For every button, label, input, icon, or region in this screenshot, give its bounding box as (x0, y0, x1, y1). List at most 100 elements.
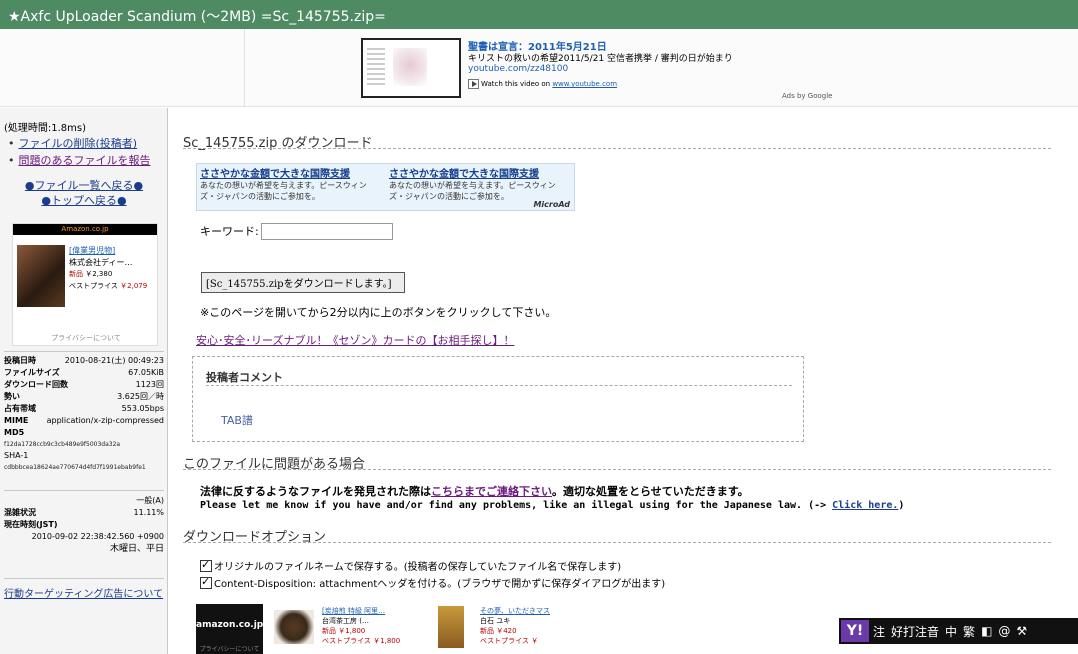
ime-name[interactable]: 好打注音 (891, 623, 939, 640)
microad-title[interactable]: ささやかな金額で大きな国際支援 (389, 165, 571, 180)
back-to-top-link[interactable]: ●トップへ戻る● (41, 194, 126, 207)
status-general-value: 一般(A) (136, 496, 164, 505)
stat-value: application/x-zip-compressed (46, 416, 164, 425)
product-item: その夢、いただきマス 白石 ユキ 新品 ￥420 ベストプライス ￥ (480, 606, 550, 646)
video-thumbnail[interactable] (361, 38, 461, 98)
report-file-link[interactable]: 問題のあるファイルを報告 (19, 154, 151, 167)
option-checkbox[interactable] (200, 558, 212, 572)
ime-width-icon[interactable]: ◧ (981, 624, 992, 638)
saison-card-link[interactable]: 安心･安全･リーズナブル！《セゾン》カードの【お相手探し】！ (196, 332, 514, 348)
list-item: ファイルの削除(投稿者) (8, 135, 151, 151)
sidebar-links: ファイルの削除(投稿者) 問題のあるファイルを報告 (8, 135, 151, 169)
ime-symbol-icon[interactable]: @ (998, 624, 1010, 638)
microad-item[interactable]: ささやかな金額で大きな国際支援 あなたの想いが希望を与えます。ピースウィンズ・ジ… (200, 165, 382, 202)
delete-file-link[interactable]: ファイルの削除(投稿者) (19, 137, 138, 150)
status-label: 現在時刻(JST) (4, 520, 58, 529)
product-image[interactable] (17, 245, 65, 307)
back-to-list-link[interactable]: ●ファイル一覧へ戻る● (25, 179, 143, 192)
microad-item[interactable]: ささやかな金額で大きな国際支援 あなたの想いが希望を与えます。ピースウィンズ・ジ… (389, 165, 571, 202)
amazon-widget[interactable]: Amazon.co.jp [偉業男児物] 株式会社ディー… 新品 ￥2,380 … (12, 223, 158, 346)
back-to-list: ●ファイル一覧へ戻る● (0, 177, 168, 193)
stat-label: 勢い (4, 392, 20, 401)
option-original-filename[interactable]: オリジナルのファイルネームで保存する。(投稿者の保存していたファイル名で保存しま… (200, 558, 621, 573)
product-image[interactable] (274, 610, 314, 644)
keyword-input[interactable] (261, 223, 393, 240)
behavior-ads-link[interactable]: 行動ターゲッティング広告について (4, 589, 163, 600)
amazon-bottom-widget: amazon.co.jp プライバシーについて [炭焙煎 特級 阿里… 台湾茶工房… (196, 604, 896, 654)
stat-value: 553.05bps (121, 404, 164, 413)
play-icon[interactable] (468, 79, 479, 89)
md5-row: MD5 (4, 427, 164, 439)
ime-tools-icon[interactable]: ⚒ (1016, 624, 1027, 638)
status-row: 混雑状況 11.11% (4, 507, 164, 519)
current-day: 木曜日、平日 (4, 543, 164, 555)
product-best-price: ベストプライス ￥1,800 (322, 637, 401, 645)
product-best-price: ベストプライス ￥2,079 (69, 281, 147, 291)
sha1-hash: cdbbbcea18624ae770674d4fd7f1991ebab9fe1 (4, 464, 146, 471)
microad-title[interactable]: ささやかな金額で大きな国際支援 (200, 165, 382, 180)
download-button[interactable]: [Sc_145755.zipをダウンロードします。] (201, 272, 405, 293)
product-title[interactable]: [炭焙煎 特級 阿里… (322, 606, 400, 616)
md5-label: MD5 (4, 428, 25, 437)
amazon-header: Amazon.co.jp (13, 224, 157, 235)
time-limit-note: ※このページを開いてから2分以内に上のボタンをクリックして下さい。 (200, 306, 557, 319)
problem-text: 法律に反するようなファイルを発見された際はこちらまでご連絡下さい。適切な処置をと… (200, 483, 749, 499)
stat-label: ダウンロード回数 (4, 380, 68, 389)
video-ad-banner: 聖書は宣言：2011年5月21日 キリストの救いの希望2011/5/21 空信者… (0, 29, 1078, 107)
ime-traditional-toggle[interactable]: 繁 (963, 623, 975, 640)
ime-mode-zhuyin[interactable]: 注 (873, 623, 885, 640)
list-item: 問題のあるファイルを報告 (8, 152, 151, 168)
contact-link[interactable]: こちらまでご連絡下さい (431, 485, 552, 498)
best-label: ベストプライス (69, 282, 118, 290)
video-ad-desc: キリストの救いの希望2011/5/21 空信者携挙 / 審判の日が始まり (468, 54, 733, 64)
stat-row: ダウンロード回数 1123回 (4, 379, 164, 391)
ime-chinese-toggle[interactable]: 中 (945, 623, 957, 640)
keyword-label: キーワード: (200, 225, 259, 238)
comment-heading: 投稿者コメント (206, 371, 283, 384)
stat-row: 占有帯域 553.05bps (4, 403, 164, 415)
product-title[interactable]: [偉業男児物] (69, 245, 115, 256)
stat-label: ファイルサイズ (4, 368, 60, 377)
microad-banner[interactable]: ささやかな金額で大きな国際支援 あなたの想いが希望を与えます。ピースウィンズ・ジ… (196, 163, 575, 211)
product-new-price: 新品 ￥1,800 (322, 627, 366, 635)
problem-en-1: Please let me know if you have and/or fi… (200, 500, 833, 511)
option-label: オリジナルのファイルネームで保存する。(投稿者の保存していたファイル名で保存しま… (214, 562, 622, 573)
option-content-disposition[interactable]: Content-Disposition: attachmentヘッダを付ける。(… (200, 575, 665, 590)
processing-time: (処理時間:1.8ms) (4, 123, 87, 134)
status-general: 一般(A) (4, 495, 164, 507)
heading-rule (183, 148, 1051, 149)
video-ad-url[interactable]: youtube.com/zz48100 (468, 64, 568, 74)
product-title[interactable]: その夢、いただきマス (480, 606, 550, 616)
problem-text-2: 。適切な処置をとらせていただきます。 (552, 485, 749, 498)
ime-toolbar: Y! 注 好打注音 中 繁 ◧ @ ⚒ (839, 618, 1078, 644)
stat-value: 67.05KiB (128, 368, 164, 377)
product-price: 新品 ￥2,380 (69, 269, 112, 279)
thumbnail-image (393, 48, 427, 86)
status-value: 11.11% (133, 508, 164, 517)
thumbnail-text-strip (367, 48, 385, 88)
banner-divider (244, 29, 245, 107)
microad-desc: あなたの想いが希望を与えます。ピースウィンズ・ジャパンの活動にご参加を。 (389, 181, 556, 201)
yahoo-ime-icon[interactable]: Y! (841, 620, 869, 642)
product-maker: 白石 ユキ (480, 617, 511, 625)
youtube-link[interactable]: www.youtube.com (552, 80, 617, 88)
stat-row: 投稿日時 2010-08-21(土) 00:49:23 (4, 355, 164, 367)
product-image[interactable] (438, 606, 464, 648)
current-time: 2010-09-02 22:38:42.560 +0900 (4, 531, 164, 543)
sha1-label: SHA-1 (4, 451, 29, 460)
main-content: Sc_145755.zip のダウンロード ささやかな金額で大きな国際支援 あな… (169, 108, 1078, 654)
ads-by-google[interactable]: Ads by Google (782, 92, 832, 100)
new-price: ￥2,380 (85, 270, 113, 278)
stat-label: MIME (4, 416, 29, 425)
microad-logo[interactable]: MicroAd (533, 200, 570, 209)
amazon-privacy[interactable]: プライバシーについて (196, 644, 263, 653)
comment-heading-rule (206, 385, 792, 386)
status-label: 混雑状況 (4, 508, 36, 517)
back-to-top: ●トップへ戻る● (0, 192, 168, 208)
new-label: 新品 (69, 270, 83, 278)
option-checkbox[interactable] (200, 575, 212, 589)
amazon-privacy-link[interactable]: プライバシーについて (13, 333, 159, 343)
amazon-logo[interactable]: amazon.co.jp プライバシーについて (196, 604, 263, 654)
click-here-link[interactable]: Click here. (832, 500, 898, 511)
page-title-bar: ★Axfc UpLoader Scandium (～2MB) =Sc_14575… (0, 0, 1078, 29)
